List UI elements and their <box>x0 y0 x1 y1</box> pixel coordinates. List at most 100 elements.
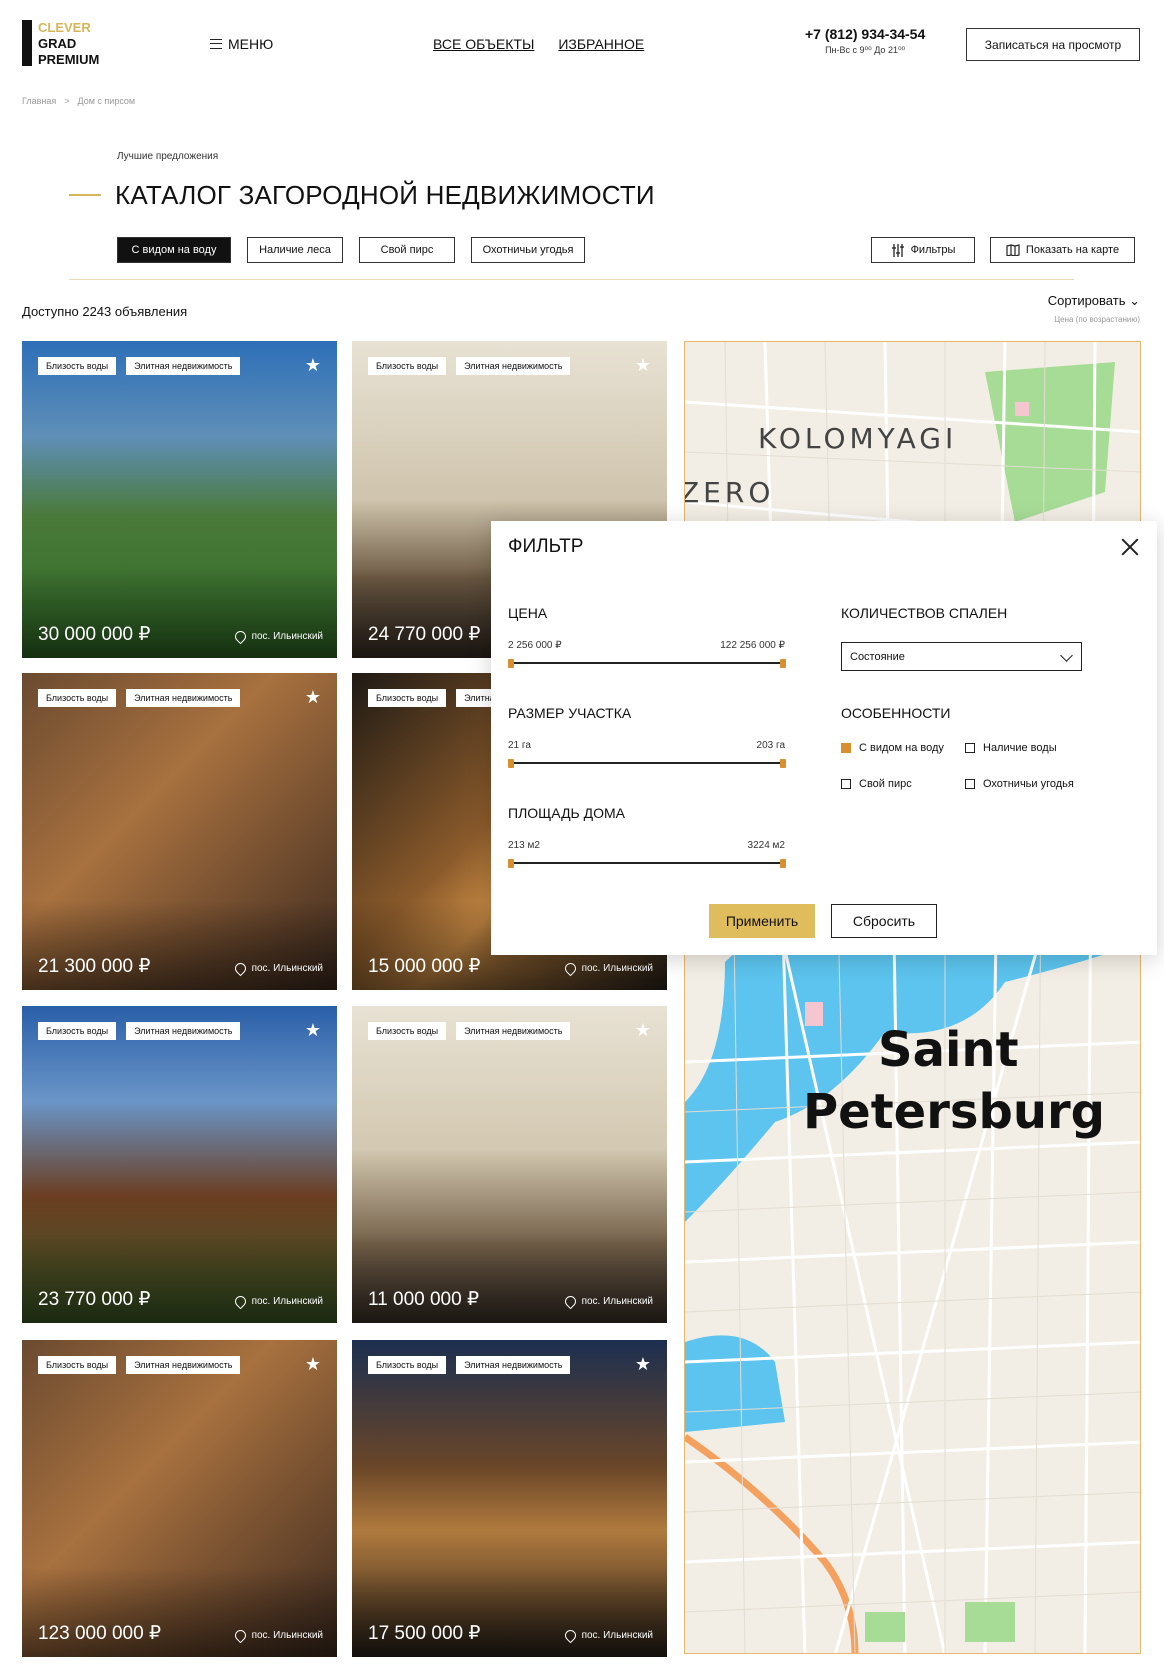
nav-all-objects[interactable]: ВСЕ ОБЪЕКТЫ <box>433 36 534 52</box>
house-slider-max-handle[interactable] <box>780 859 786 868</box>
listing-location: пос. Ильинский <box>562 1627 653 1644</box>
pin-icon <box>562 1627 578 1644</box>
tag-elite: Элитная недвижимость <box>456 1356 571 1374</box>
pin-icon <box>562 960 578 977</box>
listing-price: 30 000 000 ₽ <box>38 624 151 645</box>
star-icon[interactable]: ★ <box>305 687 321 708</box>
close-icon[interactable] <box>1119 536 1141 558</box>
listing-location: пос. Ильинский <box>232 1627 323 1644</box>
pin-icon <box>562 1293 578 1310</box>
feature-water-view[interactable]: С видом на воду <box>841 742 944 754</box>
price-slider-min-handle[interactable] <box>508 659 514 668</box>
house-slider-min-handle[interactable] <box>508 859 514 868</box>
feature-hunting[interactable]: Охотничьи угодья <box>965 778 1074 790</box>
feature-pier[interactable]: Свой пирс <box>841 778 912 790</box>
logo-line-2: GRAD <box>38 36 77 51</box>
hamburger-icon <box>210 39 222 49</box>
book-viewing-button[interactable]: Записаться на просмотр <box>966 28 1140 61</box>
feature-label: С видом на воду <box>859 742 944 754</box>
chip-hunting[interactable]: Охотничьи угодья <box>471 237 585 263</box>
bedrooms-label: КОЛИЧЕСТВОВ СПАЛЕН <box>841 605 1008 621</box>
chip-forest[interactable]: Наличие леса <box>247 237 343 263</box>
listing-location: пос. Ильинский <box>232 960 323 977</box>
star-icon[interactable]: ★ <box>305 355 321 376</box>
listing-price: 17 500 000 ₽ <box>368 1623 481 1644</box>
price-label: ЦЕНА <box>508 605 548 621</box>
feature-label: Свой пирс <box>859 778 912 790</box>
checkbox[interactable] <box>965 743 975 753</box>
feature-label: Наличие воды <box>983 742 1057 754</box>
listing-card[interactable]: Близость воды Элитная недвижимость ★ 123 00… <box>22 1340 337 1657</box>
tag-near-water: Близость воды <box>38 1356 117 1374</box>
location-label: пос. Ильинский <box>581 963 653 974</box>
house-slider-track[interactable] <box>508 862 786 864</box>
logo[interactable]: CLEVER GRAD PREMIUM <box>22 20 99 68</box>
chip-pier[interactable]: Свой пирс <box>359 237 455 263</box>
plot-slider-max-handle[interactable] <box>780 759 786 768</box>
phone-number[interactable]: +7 (812) 934-34-54 <box>805 26 925 42</box>
listing-card[interactable]: Близость воды Элитная недвижимость ★ 23 770… <box>22 1006 337 1323</box>
listing-price: 24 770 000 ₽ <box>368 624 481 645</box>
feature-water-access[interactable]: Наличие воды <box>965 742 1057 754</box>
listing-price: 15 000 000 ₽ <box>368 956 481 977</box>
star-icon[interactable]: ★ <box>305 1354 321 1375</box>
chevron-down-icon <box>1060 649 1073 662</box>
bedrooms-select-value: Состояние <box>850 650 905 663</box>
tag-elite: Элитная недвижимость <box>126 1022 241 1040</box>
breadcrumb-home[interactable]: Главная <box>22 96 56 106</box>
price-slider-max-handle[interactable] <box>780 659 786 668</box>
working-hours: Пн-Вс с 9⁰⁰ До 21⁰⁰ <box>825 45 906 55</box>
show-map-button[interactable]: Показать на карте <box>990 237 1135 263</box>
star-icon[interactable]: ★ <box>635 355 651 376</box>
house-max: 3224 м2 <box>747 840 785 851</box>
tag-near-water: Близость воды <box>38 689 117 707</box>
features-label: ОСОБЕННОСТИ <box>841 705 951 721</box>
listing-card[interactable]: Близость воды Элитная недвижимость ★ 11 000… <box>352 1006 667 1323</box>
filters-button[interactable]: Фильтры <box>871 237 975 263</box>
nav-favorites[interactable]: ИЗБРАННОЕ <box>558 36 644 52</box>
apply-button[interactable]: Применить <box>709 904 815 938</box>
tag-near-water: Близость воды <box>38 357 117 375</box>
reset-button[interactable]: Сбросить <box>831 904 937 938</box>
breadcrumb-current: Дом с пирсом <box>77 96 136 106</box>
checkbox[interactable] <box>965 779 975 789</box>
listing-location: пос. Ильинский <box>232 1293 323 1310</box>
tag-elite: Элитная недвижимость <box>456 1022 571 1040</box>
breadcrumb: Главная > Дом с пирсом <box>22 96 135 106</box>
sliders-icon <box>891 243 904 257</box>
checkbox[interactable] <box>841 779 851 789</box>
map-label-saint: Saint <box>878 1022 1019 1078</box>
chip-water-view[interactable]: С видом на воду <box>117 237 231 263</box>
price-slider-track[interactable] <box>508 662 786 664</box>
menu-button[interactable]: МЕНЮ <box>210 36 273 52</box>
listing-card[interactable]: Близость воды Элитная недвижимость ★ 30 000… <box>22 341 337 658</box>
filter-title: ФИЛЬТР <box>508 536 584 557</box>
sort-label: Сортировать <box>1047 293 1126 308</box>
sort-value: Цена (по возрастанию) <box>1054 315 1140 324</box>
star-icon[interactable]: ★ <box>635 1020 651 1041</box>
listing-tags: Близость воды Элитная недвижимость <box>38 1356 241 1374</box>
listing-price: 123 000 000 ₽ <box>38 1623 162 1644</box>
plot-slider-min-handle[interactable] <box>508 759 514 768</box>
logo-text: CLEVER GRAD PREMIUM <box>38 20 99 68</box>
listing-card[interactable]: Близость воды Элитная недвижимость ★ 21 300… <box>22 673 337 990</box>
tag-near-water: Близость воды <box>368 357 447 375</box>
bedrooms-select[interactable]: Состояние <box>841 642 1082 671</box>
listing-card[interactable]: Близость воды Элитная недвижимость ★ 17 500… <box>352 1340 667 1657</box>
map-label-petersburg: Petersburg <box>803 1084 1106 1140</box>
listing-tags: Близость воды Элитная недвижимость <box>38 1022 241 1040</box>
star-icon[interactable]: ★ <box>305 1020 321 1041</box>
sort-control[interactable]: Сортировать ⌄ Цена (по возрастанию) <box>1048 293 1140 324</box>
pin-icon <box>232 1627 248 1644</box>
chevron-down-icon: ⌄ <box>1129 293 1140 308</box>
listing-location: пос. Ильинский <box>562 1293 653 1310</box>
checkbox-checked[interactable] <box>841 743 851 753</box>
plot-slider-track[interactable] <box>508 762 786 764</box>
pin-icon <box>232 1293 248 1310</box>
logo-line-1: CLEVER <box>38 20 91 35</box>
star-icon[interactable]: ★ <box>635 1354 651 1375</box>
listing-location: пос. Ильинский <box>562 960 653 977</box>
pin-icon <box>232 628 248 645</box>
filter-modal: ФИЛЬТР ЦЕНА 2 256 000 ₽ 122 256 000 ₽ РА… <box>491 521 1157 955</box>
location-label: пос. Ильинский <box>251 631 323 642</box>
